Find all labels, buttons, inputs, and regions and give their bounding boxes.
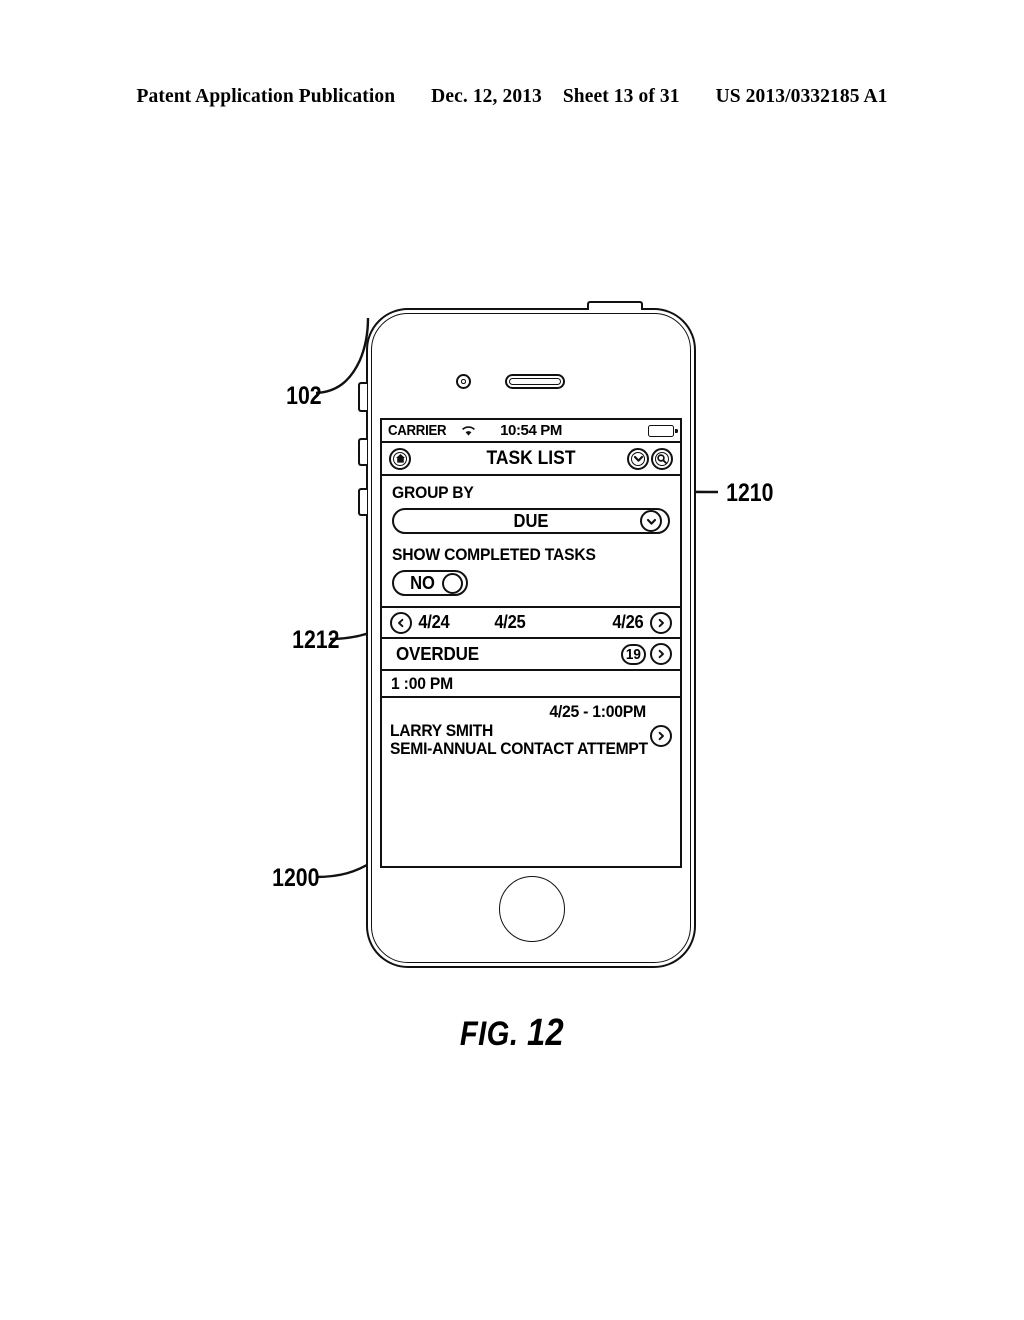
battery-icon	[648, 424, 678, 437]
figure-caption-prefix: FIG.	[459, 1015, 519, 1053]
date-next-group[interactable]: 4/26	[611, 611, 672, 634]
earpiece-speaker	[505, 374, 565, 389]
task-group-meta: 19	[621, 643, 672, 665]
patent-header: Patent Application Publication Dec. 12, …	[0, 86, 1024, 108]
publication-date: Dec. 12, 2013	[431, 86, 542, 107]
front-camera-icon	[456, 374, 471, 389]
chevron-right-icon[interactable]	[650, 611, 672, 634]
reference-numeral-1212: 1212	[292, 626, 340, 654]
search-icon[interactable]	[651, 447, 673, 470]
group-by-select[interactable]: DUE	[392, 508, 670, 534]
group-by-value: DUE	[513, 510, 549, 531]
task-group-header[interactable]: OVERDUE 19	[382, 639, 680, 671]
home-icon[interactable]	[389, 447, 411, 470]
navigation-bar: TASK LIST	[382, 443, 680, 476]
date-current[interactable]: 4/25	[494, 612, 525, 633]
home-button[interactable]	[499, 876, 565, 942]
power-button[interactable]	[587, 301, 643, 310]
date-navigator: 4/24 4/25 4/26	[382, 606, 680, 639]
show-completed-tasks-label: SHOW COMPLETED TASKS	[392, 545, 596, 564]
patent-number: US 2013/0332185 A1	[715, 86, 888, 107]
wifi-icon	[461, 425, 476, 437]
chevron-down-icon[interactable]	[640, 510, 662, 532]
toggle-knob[interactable]	[442, 572, 463, 594]
task-group-title: OVERDUE	[396, 643, 479, 664]
reference-numeral-1210: 1210	[726, 479, 774, 507]
show-completed-tasks-toggle[interactable]: NO	[392, 570, 468, 596]
figure-caption-number: 12	[526, 1012, 565, 1054]
task-contact-name: LARRY SMITH	[390, 721, 493, 740]
device-screen: CARRIER 10:54 PM TASK LIST GROUP BY DUE …	[380, 418, 682, 868]
chevron-right-icon[interactable]	[650, 725, 672, 747]
mobile-device: CARRIER 10:54 PM TASK LIST GROUP BY DUE …	[358, 301, 696, 968]
toggle-value: NO	[410, 572, 435, 593]
time-section-header: 1 :00 PM	[382, 671, 680, 698]
date-prev-group[interactable]: 4/24	[390, 611, 451, 634]
status-bar: CARRIER 10:54 PM	[382, 420, 680, 443]
nav-actions	[627, 447, 673, 470]
chevron-right-icon[interactable]	[650, 643, 672, 665]
task-description: SEMI-ANNUAL CONTACT ATTEMPT	[390, 739, 648, 759]
date-next[interactable]: 4/26	[613, 612, 644, 633]
sheet-number: Sheet 13 of 31	[562, 86, 680, 107]
group-by-label: GROUP BY	[392, 483, 474, 502]
carrier-label: CARRIER	[388, 422, 447, 439]
volume-up-button[interactable]	[358, 438, 367, 466]
settings-section: GROUP BY DUE SHOW COMPLETED TASKS NO	[382, 476, 680, 600]
publication-label: Patent Application Publication	[136, 86, 396, 107]
chevron-left-icon[interactable]	[390, 611, 412, 634]
reference-numeral-1200: 1200	[272, 864, 320, 892]
time-section-label: 1 :00 PM	[391, 673, 453, 693]
mute-switch[interactable]	[358, 382, 367, 412]
figure-caption: FIG. 12	[72, 1012, 953, 1055]
status-badge: 19	[621, 643, 646, 665]
reference-numeral-102: 102	[286, 382, 322, 410]
chevron-down-icon[interactable]	[627, 447, 649, 470]
task-list-item[interactable]: 4/25 - 1:00PM LARRY SMITH SEMI-ANNUAL CO…	[382, 698, 680, 766]
task-datetime: 4/25 - 1:00PM	[549, 702, 646, 721]
date-prev[interactable]: 4/24	[418, 612, 449, 633]
task-count: 19	[625, 645, 642, 663]
volume-down-button[interactable]	[358, 488, 367, 516]
